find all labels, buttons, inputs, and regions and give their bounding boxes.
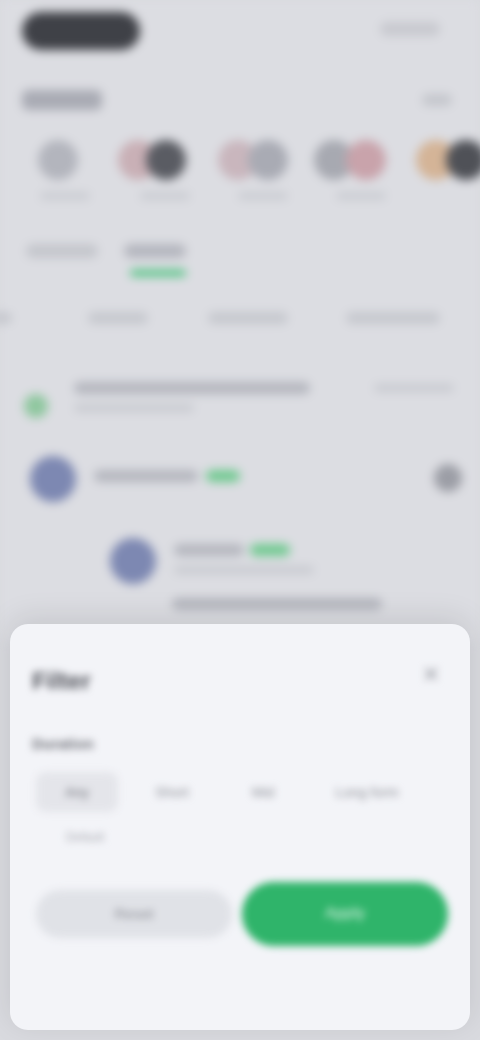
list-item-text [172,598,382,610]
top-right-action[interactable] [380,22,440,36]
filter-chip[interactable] [88,312,148,324]
avatar [346,140,386,180]
action-buttons: Reset Apply [36,882,448,946]
option-mid[interactable]: Mid [228,772,298,812]
list-item[interactable] [22,452,462,508]
story-caption [238,192,288,200]
story-item[interactable] [210,140,290,220]
close-icon[interactable]: ✕ [418,662,444,688]
story-item[interactable] [30,140,110,220]
avatar [248,140,288,180]
story-caption [336,192,386,200]
selected-option-caption: Default [66,830,105,844]
apply-button[interactable]: Apply [242,882,448,946]
top-left-pill[interactable] [22,12,140,50]
list-item-title [174,544,244,556]
tab-bar [0,238,480,290]
tab-item-active[interactable] [124,244,186,258]
avatar [38,140,78,180]
story-item[interactable] [410,140,480,220]
filter-bottom-sheet: Filter ✕ Duration Any Short Mid Long for… [10,624,470,1030]
leaf-icon [24,394,48,418]
filter-chip[interactable] [208,312,288,324]
status-badge [206,470,240,482]
list-item[interactable] [22,534,462,614]
sheet-title: Filter [32,668,91,695]
option-group: Any Short Mid Long form Default [36,772,456,852]
status-badge [250,544,290,556]
list-item-meta [374,384,454,392]
filter-chip[interactable] [0,312,12,324]
more-icon[interactable] [434,464,462,492]
list-item-subtitle [74,404,194,412]
option-short[interactable]: Short [132,772,212,812]
avatar [446,140,480,180]
story-item[interactable] [110,140,190,220]
section-title [22,90,102,110]
option-long[interactable]: Long form [312,772,422,812]
avatar [110,538,156,584]
list-item-title [94,470,198,482]
option-any[interactable]: Any [36,772,118,812]
tab-item[interactable] [26,244,98,258]
list-item-title [74,382,310,394]
story-row [30,140,480,220]
story-caption [40,192,90,200]
active-tab-indicator [130,270,186,276]
avatar [146,140,186,180]
sheet-content: Filter ✕ Duration Any Short Mid Long for… [10,624,470,1030]
avatar [30,456,76,502]
section-label: Duration [32,736,94,753]
filter-chip[interactable] [346,312,440,324]
list-item[interactable] [22,376,462,426]
story-item[interactable] [310,140,390,220]
list-item-subtitle [174,566,314,574]
story-caption [140,192,190,200]
reset-button[interactable]: Reset [36,890,232,938]
filter-chip-row [0,306,480,330]
section-more-link[interactable] [422,94,452,106]
